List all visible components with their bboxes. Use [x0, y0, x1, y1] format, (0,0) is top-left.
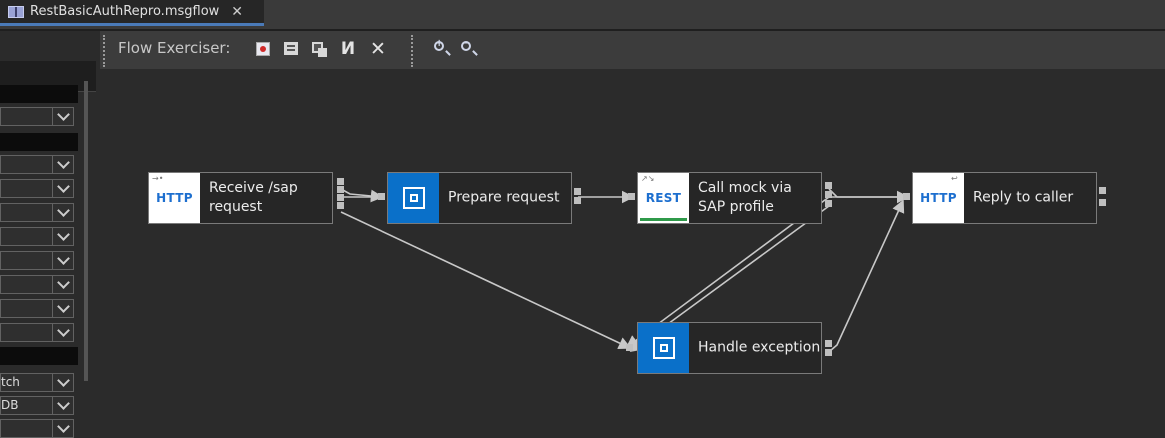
terminal-out[interactable] — [825, 191, 832, 198]
chevron-down-icon[interactable] — [52, 276, 73, 293]
terminal-out[interactable] — [574, 188, 581, 195]
close-tab-icon[interactable]: ✕ — [231, 4, 243, 20]
property-dropdown[interactable] — [0, 323, 74, 342]
flow-canvas[interactable]: →• HTTP Receive /sap request Prepare req… — [100, 69, 1165, 431]
terminal-in[interactable] — [903, 193, 910, 200]
msgflow-file-icon — [8, 5, 24, 18]
record-button[interactable] — [254, 40, 272, 58]
terminal-failure[interactable] — [574, 197, 581, 204]
node-receive-sap-request[interactable]: →• HTTP Receive /sap request — [148, 172, 333, 224]
terminal-timeout[interactable] — [337, 202, 344, 209]
property-dropdown[interactable] — [0, 179, 74, 198]
send-message-button[interactable] — [282, 40, 300, 58]
property-dropdown[interactable]: DB — [0, 396, 74, 415]
node-label: Call mock via SAP profile — [698, 180, 792, 215]
tab-msgflow[interactable]: RestBasicAuthRepro.msgflow ✕ — [0, 0, 264, 26]
property-dropdown[interactable] — [0, 155, 74, 174]
property-value: DB — [1, 398, 19, 412]
toolbar-grip[interactable] — [411, 35, 413, 67]
http-reply-icon: ↩ HTTP — [913, 173, 964, 223]
compute-chip-icon — [402, 187, 425, 209]
node-reply-to-caller[interactable]: ↩ HTTP Reply to caller — [912, 172, 1097, 224]
record-icon — [256, 42, 270, 56]
property-dropdown[interactable]: tch — [0, 373, 74, 392]
http-icon-text: HTTP — [920, 191, 957, 205]
terminal-error[interactable] — [825, 200, 832, 207]
zoom-out-button[interactable]: − — [460, 38, 478, 58]
property-value: tch — [1, 375, 20, 389]
wire-receive-handle — [340, 211, 632, 350]
stop-icon: ✕ — [370, 38, 386, 60]
http-icon-text: HTTP — [156, 191, 193, 205]
flow-exerciser-label: Flow Exerciser: — [118, 39, 231, 57]
properties-panel: tch DB — [0, 31, 96, 438]
chevron-down-icon[interactable] — [52, 397, 73, 414]
terminal-catch[interactable] — [337, 194, 344, 201]
chevron-down-icon[interactable] — [52, 180, 73, 197]
http-input-icon: →• HTTP — [149, 173, 200, 223]
node-label: Reply to caller — [973, 189, 1074, 206]
properties-section-header — [0, 347, 78, 365]
flow-step-icon: И — [340, 39, 356, 59]
rest-request-icon: ↗↘ REST — [638, 173, 689, 223]
chevron-down-icon[interactable] — [52, 374, 73, 391]
chevron-down-icon[interactable] — [52, 420, 73, 437]
property-dropdown[interactable] — [0, 203, 74, 222]
terminal-out[interactable] — [825, 340, 832, 347]
wire-receive-prepare — [340, 188, 384, 203]
node-handle-exception[interactable]: Handle exception — [637, 322, 822, 374]
view-messages-icon — [312, 42, 327, 57]
terminal-in[interactable] — [628, 193, 635, 200]
view-messages-button[interactable] — [310, 40, 328, 58]
terminal-in[interactable] — [626, 344, 633, 351]
properties-scrollbar[interactable] — [84, 81, 88, 381]
chevron-down-icon[interactable] — [52, 252, 73, 269]
terminal-out[interactable] — [337, 186, 344, 193]
terminal-out[interactable] — [1099, 199, 1106, 206]
terminal-failure[interactable] — [1099, 187, 1106, 194]
rest-icon-text: REST — [645, 191, 682, 205]
terminal-in[interactable] — [378, 193, 385, 200]
tab-title: RestBasicAuthRepro.msgflow — [30, 4, 220, 19]
property-dropdown[interactable] — [0, 227, 74, 246]
node-label: Receive /sap request — [209, 180, 298, 215]
stop-button[interactable]: ✕ — [369, 38, 387, 60]
compute-icon-box — [388, 173, 439, 223]
node-label: Handle exception — [698, 339, 821, 356]
chevron-down-icon[interactable] — [52, 300, 73, 317]
properties-section-header — [0, 85, 78, 103]
chevron-down-icon[interactable] — [52, 108, 73, 125]
properties-section-header — [0, 133, 78, 151]
property-dropdown[interactable] — [0, 275, 74, 294]
chevron-down-icon[interactable] — [52, 228, 73, 245]
send-message-icon — [284, 42, 298, 55]
flow-editor-toolbar: Flow Exerciser: И ✕ + − — [100, 31, 1165, 69]
node-label: Prepare request — [448, 189, 560, 206]
compute-chip-icon — [652, 337, 675, 359]
chevron-down-icon[interactable] — [52, 204, 73, 221]
editor-tab-bar: RestBasicAuthRepro.msgflow ✕ — [0, 0, 1165, 29]
wire-handle-reply — [829, 199, 905, 352]
wire-callmock-reply — [828, 188, 910, 204]
zoom-out-icon: − — [461, 38, 471, 51]
terminal-failure[interactable] — [337, 178, 344, 185]
flow-step-button[interactable]: И — [339, 40, 357, 58]
connection-wires — [340, 188, 910, 352]
terminal-failure[interactable] — [825, 349, 832, 356]
property-dropdown[interactable] — [0, 251, 74, 270]
zoom-in-icon: + — [434, 38, 444, 51]
property-dropdown[interactable] — [0, 299, 74, 318]
zoom-in-button[interactable]: + — [433, 38, 451, 58]
property-dropdown[interactable] — [0, 419, 74, 438]
node-call-mock-via-sap-profile[interactable]: ↗↘ REST Call mock via SAP profile — [637, 172, 822, 224]
property-dropdown[interactable] — [0, 107, 74, 126]
chevron-down-icon[interactable] — [52, 156, 73, 173]
chevron-down-icon[interactable] — [52, 324, 73, 341]
node-prepare-request[interactable]: Prepare request — [387, 172, 572, 224]
terminal-failure[interactable] — [825, 182, 832, 189]
compute-icon-box — [638, 323, 689, 373]
toolbar-grip[interactable] — [103, 35, 105, 67]
